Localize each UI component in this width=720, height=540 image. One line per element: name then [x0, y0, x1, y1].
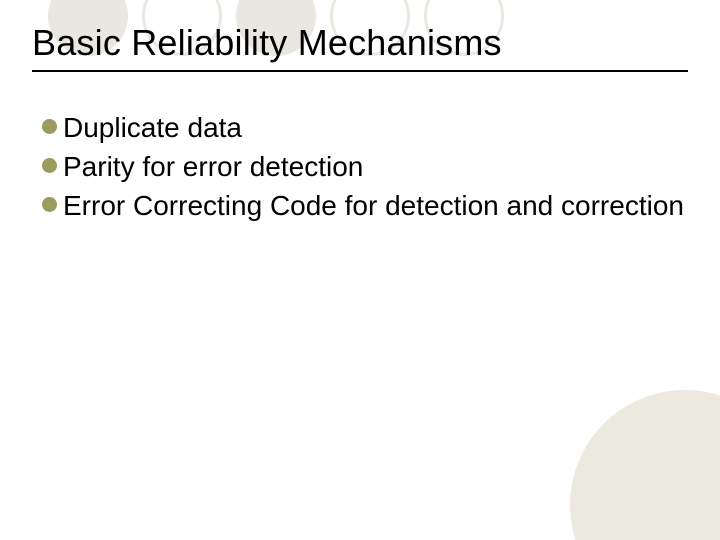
bullet-icon — [42, 119, 57, 134]
bullet-text: Parity for error detection — [63, 149, 363, 184]
bullet-list: Duplicate data Parity for error detectio… — [32, 110, 688, 223]
list-item: Duplicate data — [42, 110, 688, 145]
list-item: Parity for error detection — [42, 149, 688, 184]
bullet-text: Error Correcting Code for detection and … — [63, 188, 684, 223]
bullet-icon — [42, 158, 57, 173]
decorative-corner-circle — [570, 390, 720, 540]
title-underline — [32, 70, 688, 72]
list-item: Error Correcting Code for detection and … — [42, 188, 688, 223]
bullet-icon — [42, 197, 57, 212]
slide-title: Basic Reliability Mechanisms — [32, 22, 688, 64]
bullet-text: Duplicate data — [63, 110, 242, 145]
slide: Basic Reliability Mechanisms Duplicate d… — [0, 0, 720, 223]
